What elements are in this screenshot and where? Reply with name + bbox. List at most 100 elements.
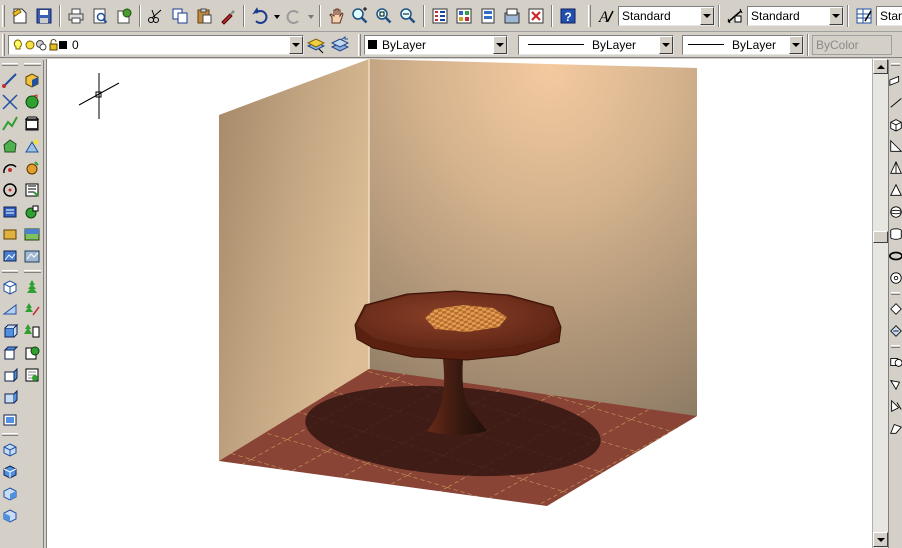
edit-landscape-icon[interactable]: [22, 298, 42, 320]
fog-icon[interactable]: [22, 245, 42, 267]
chevron-down-icon[interactable]: [493, 35, 507, 54]
hide-icon[interactable]: [22, 69, 42, 91]
scroll-up-button[interactable]: [873, 59, 888, 74]
make-object-layer-current-icon[interactable]: [305, 34, 327, 56]
cylinder-icon[interactable]: [889, 223, 902, 245]
slice-icon[interactable]: [889, 298, 902, 320]
scroll-down-button[interactable]: [873, 532, 888, 547]
table-style-select[interactable]: Standard: [876, 5, 902, 26]
zoom-previous-icon[interactable]: [397, 5, 419, 27]
chevron-down-icon[interactable]: [829, 6, 843, 25]
toolbar-grip[interactable]: [2, 33, 5, 56]
polygon-icon[interactable]: [0, 135, 20, 157]
polysolid-icon[interactable]: [889, 69, 902, 91]
sphere-icon[interactable]: [889, 201, 902, 223]
toolbar-grip[interactable]: [24, 63, 41, 66]
camera-icon[interactable]: [0, 408, 20, 430]
toolbar-grip[interactable]: [2, 433, 18, 436]
cone-icon[interactable]: [889, 179, 902, 201]
intersect-icon[interactable]: [889, 395, 902, 417]
print-icon[interactable]: [65, 5, 87, 27]
lights-icon[interactable]: [22, 135, 42, 157]
wedge-solid-icon[interactable]: [889, 135, 902, 157]
layer-previous-icon[interactable]: [329, 34, 351, 56]
undo-icon[interactable]: [249, 5, 271, 27]
union-icon[interactable]: [889, 351, 902, 373]
copy-icon[interactable]: [169, 5, 191, 27]
section-icon[interactable]: [889, 91, 902, 113]
se-isometric-icon[interactable]: [0, 483, 20, 505]
wedge-icon[interactable]: [0, 298, 20, 320]
sw-isometric-icon[interactable]: [0, 505, 20, 527]
polyline-icon[interactable]: [0, 113, 20, 135]
ellipse-icon[interactable]: [0, 245, 20, 267]
materials-library-icon[interactable]: [22, 179, 42, 201]
toolbar-grip[interactable]: [24, 270, 41, 273]
import-icon[interactable]: [22, 342, 42, 364]
spline-icon[interactable]: [0, 223, 20, 245]
zoom-window-icon[interactable]: [373, 5, 395, 27]
chevron-down-icon[interactable]: [659, 35, 673, 54]
chevron-down-icon[interactable]: [789, 35, 803, 54]
sheet-set-icon[interactable]: [501, 5, 523, 27]
linetype-control-select[interactable]: ByLayer: [518, 34, 674, 55]
mapping-icon[interactable]: [22, 201, 42, 223]
pan-icon[interactable]: [325, 5, 347, 27]
render-icon[interactable]: [22, 91, 42, 113]
chevron-down-icon[interactable]: [289, 35, 303, 54]
scroll-thumb[interactable]: [873, 231, 888, 243]
top-view-icon[interactable]: [0, 342, 20, 364]
drawing-area[interactable]: [46, 59, 872, 548]
materials-icon[interactable]: [22, 157, 42, 179]
redo-icon[interactable]: [283, 5, 305, 27]
statistics-icon[interactable]: [22, 364, 42, 386]
revcloud-icon[interactable]: [0, 201, 20, 223]
publish-icon[interactable]: [113, 5, 135, 27]
circle-icon[interactable]: [0, 179, 20, 201]
nw-isometric-icon[interactable]: [0, 439, 20, 461]
torus-icon[interactable]: [889, 245, 902, 267]
toolbar-grip[interactable]: [891, 292, 900, 295]
interfere-icon[interactable]: [889, 320, 902, 342]
color-control-select[interactable]: ByLayer: [364, 34, 508, 55]
properties-icon[interactable]: [429, 5, 451, 27]
text-style-select[interactable]: Standard: [618, 5, 715, 26]
box-icon[interactable]: [0, 276, 20, 298]
zoom-realtime-icon[interactable]: [349, 5, 371, 27]
scenes-icon[interactable]: [22, 113, 42, 135]
save-icon[interactable]: [33, 5, 55, 27]
dimension-style-icon[interactable]: [724, 5, 746, 27]
table-style-icon[interactable]: [853, 5, 875, 27]
toolbar-grip[interactable]: [358, 33, 361, 56]
layer-select[interactable]: 0: [8, 34, 304, 55]
chevron-down-icon[interactable]: [700, 6, 714, 25]
toolbar-grip[interactable]: [2, 4, 5, 27]
dimension-style-select[interactable]: Standard: [747, 5, 844, 26]
toolbar-grip[interactable]: [2, 63, 18, 66]
ne-isometric-icon[interactable]: [0, 461, 20, 483]
subtract-icon[interactable]: [889, 373, 902, 395]
lineweight-control-select[interactable]: ByLayer: [682, 34, 804, 55]
toolbar-grip[interactable]: [588, 4, 591, 27]
design-center-icon[interactable]: [453, 5, 475, 27]
redo-dropdown-icon[interactable]: [307, 5, 315, 27]
qnew-icon[interactable]: [9, 5, 31, 27]
iso-view-icon[interactable]: [0, 386, 20, 408]
dome-icon[interactable]: [889, 267, 902, 289]
landscape-library-icon[interactable]: [22, 320, 42, 342]
front-view-icon[interactable]: [0, 320, 20, 342]
plot-preview-icon[interactable]: [89, 5, 111, 27]
text-style-icon[interactable]: A: [595, 5, 617, 27]
cut-icon[interactable]: [145, 5, 167, 27]
background-icon[interactable]: [22, 223, 42, 245]
paste-icon[interactable]: [193, 5, 215, 27]
construction-line-icon[interactable]: [0, 91, 20, 113]
extrude-icon[interactable]: [889, 113, 902, 135]
toolbar-grip[interactable]: [891, 345, 900, 348]
right-view-icon[interactable]: [0, 364, 20, 386]
line-icon[interactable]: [0, 69, 20, 91]
markup-icon[interactable]: [525, 5, 547, 27]
new-landscape-icon[interactable]: [22, 276, 42, 298]
tool-palettes-icon[interactable]: [477, 5, 499, 27]
pyramid-icon[interactable]: [889, 157, 902, 179]
